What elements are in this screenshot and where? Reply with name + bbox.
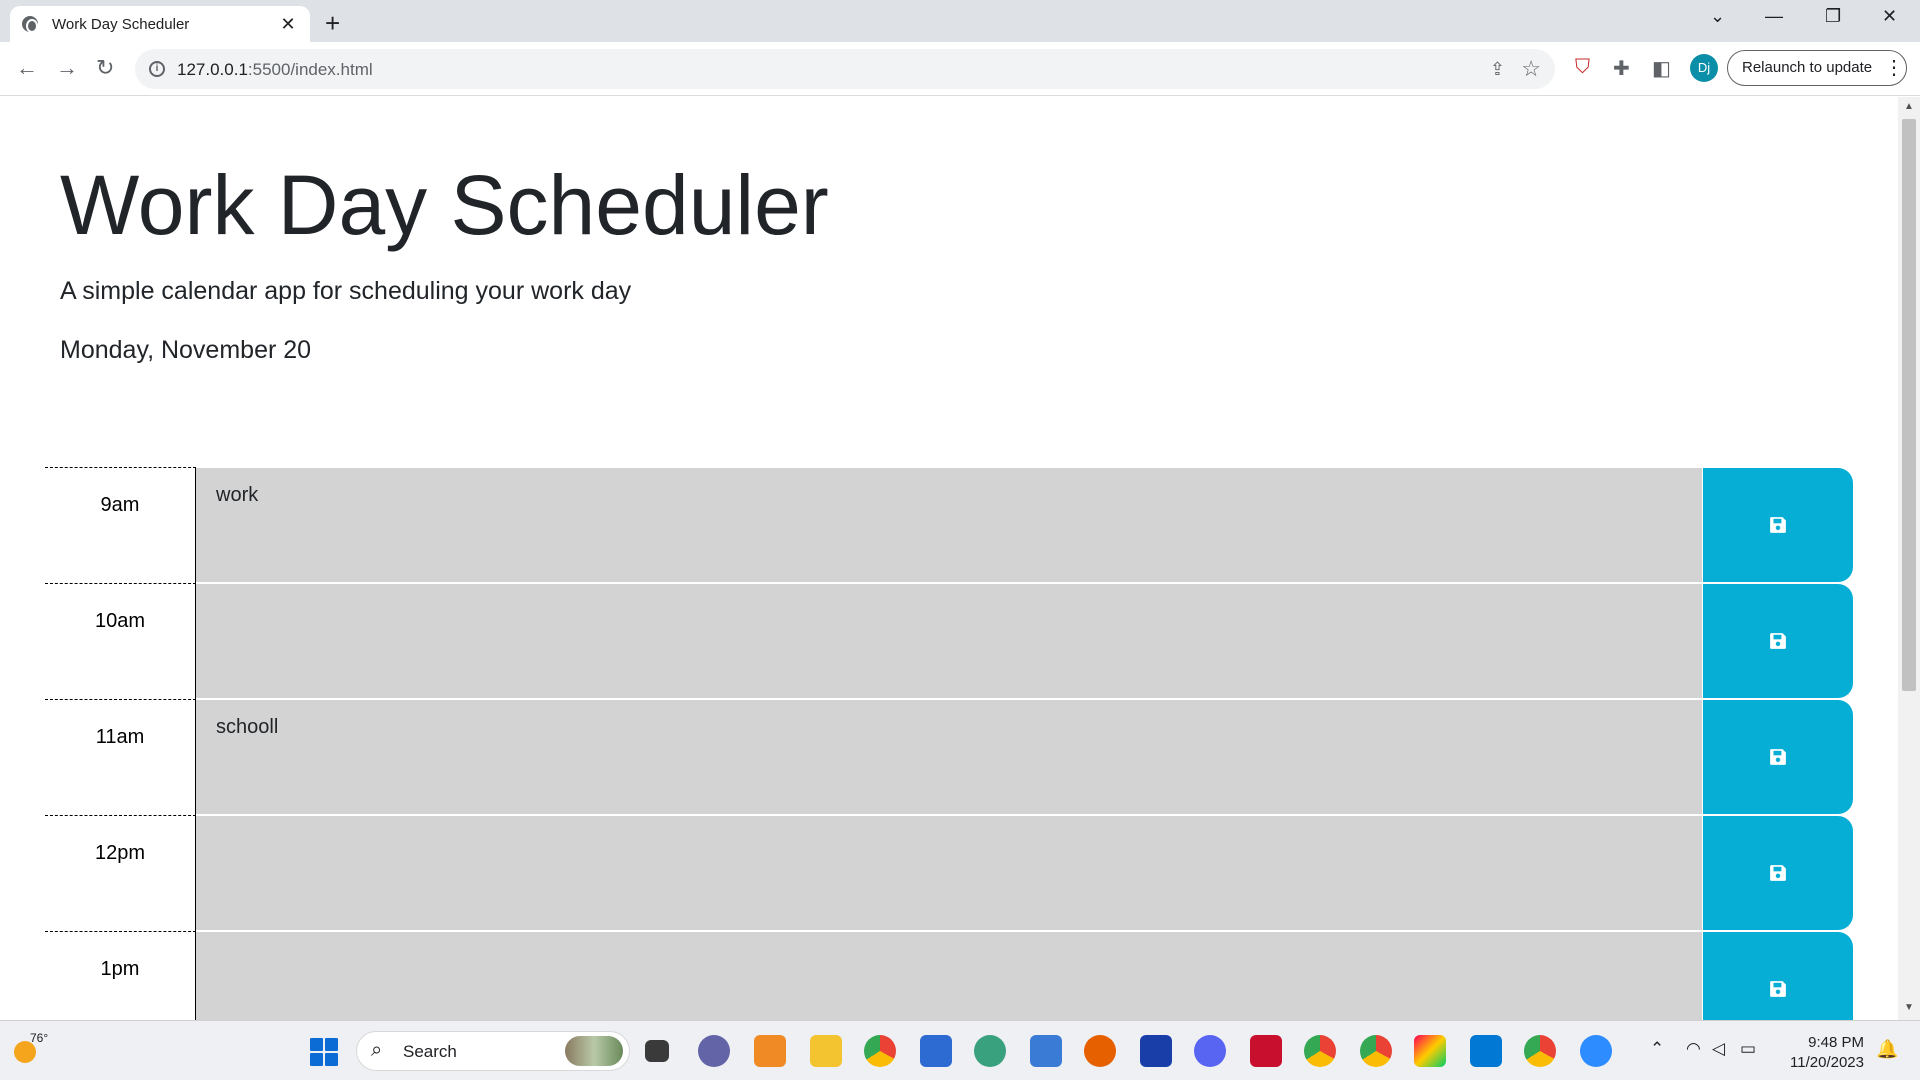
save-button[interactable] <box>1702 932 1853 1020</box>
hour-label: 9am <box>45 467 196 583</box>
python-icon[interactable] <box>1030 1035 1062 1067</box>
share-icon[interactable]: ⇪ <box>1490 59 1505 80</box>
url-host: 127.0.0.1 <box>177 60 248 79</box>
event-description-input[interactable] <box>196 583 1702 699</box>
save-button[interactable] <box>1702 700 1853 814</box>
browser-tab-bar: Work Day Scheduler ✕ + ⌄ — ❐ ✕ <box>0 0 1920 42</box>
task-view-icon[interactable] <box>645 1040 669 1062</box>
header: Work Day Scheduler A simple calendar app… <box>60 157 829 365</box>
zoom-icon[interactable] <box>1580 1035 1612 1067</box>
side-panel-icon[interactable]: ◧ <box>1652 56 1671 81</box>
notification-bell-icon[interactable]: 🔔 <box>1876 1039 1898 1060</box>
search-highlight-image <box>565 1036 623 1066</box>
relaunch-to-update-button[interactable]: Relaunch to update <box>1727 50 1907 86</box>
chrome-icon[interactable] <box>864 1035 896 1067</box>
file-explorer-icon[interactable] <box>810 1035 842 1067</box>
app-l-icon[interactable] <box>1140 1035 1172 1067</box>
clock-date: 11/20/2023 <box>1790 1054 1864 1071</box>
restore-icon[interactable]: ❐ <box>1825 6 1841 27</box>
event-description-input[interactable] <box>196 815 1702 931</box>
save-icon <box>1770 865 1786 881</box>
chrome-d-icon[interactable] <box>1524 1035 1556 1067</box>
chrome-secondary-icon[interactable] <box>1360 1035 1392 1067</box>
volume-icon[interactable]: ◁ <box>1712 1039 1725 1059</box>
search-icon: ⌕ <box>371 1039 383 1061</box>
extensions-puzzle-icon[interactable]: ✚ <box>1613 56 1630 81</box>
chrome-profile-icon[interactable] <box>1304 1035 1336 1067</box>
time-block: 12pm <box>45 815 1855 931</box>
weather-temp: 76° <box>30 1031 49 1045</box>
wifi-icon[interactable]: ◠ <box>1686 1039 1701 1059</box>
close-window-icon[interactable]: ✕ <box>1882 6 1897 27</box>
event-description-input[interactable]: schooll <box>196 699 1702 815</box>
url-text[interactable]: 127.0.0.1:5500/index.html <box>177 60 373 80</box>
url-path: :5500/index.html <box>247 60 373 79</box>
save-button[interactable] <box>1702 468 1853 582</box>
save-button[interactable] <box>1702 584 1853 698</box>
save-icon <box>1770 981 1786 997</box>
taskbar-search[interactable]: ⌕ Search <box>356 1031 630 1071</box>
site-info-icon[interactable]: i <box>149 61 165 77</box>
forward-icon[interactable]: → <box>56 55 78 81</box>
save-icon <box>1770 633 1786 649</box>
weather-widget[interactable]: 76° <box>12 1031 48 1063</box>
address-bar[interactable]: i 127.0.0.1:5500/index.html ⇪ ☆ <box>135 49 1555 89</box>
back-icon[interactable]: ← <box>16 55 38 81</box>
page-subtitle: A simple calendar app for scheduling you… <box>60 277 632 305</box>
scroll-up-arrow-icon[interactable]: ▲ <box>1904 101 1914 112</box>
discord-icon[interactable] <box>1194 1035 1226 1067</box>
event-description-input[interactable]: work <box>196 467 1702 583</box>
time-block: 1pm <box>45 931 1855 1020</box>
windows-taskbar: 76° ⌕ Search ⌃ ◠ ◁ ▭ 9:48 PM 11/20/2023 … <box>0 1020 1920 1080</box>
hour-label: 1pm <box>45 931 196 1020</box>
browser-toolbar: ← → ↻ i 127.0.0.1:5500/index.html ⇪ ☆ <box>0 42 1920 96</box>
minimize-icon[interactable]: — <box>1765 6 1783 27</box>
teams-chat-icon[interactable] <box>698 1035 730 1067</box>
current-day: Monday, November 20 <box>60 336 312 364</box>
menu-kebab-icon[interactable]: ⋮ <box>1884 55 1904 80</box>
bookmark-star-icon[interactable]: ☆ <box>1521 56 1541 82</box>
browser-tab[interactable]: Work Day Scheduler ✕ <box>10 6 310 42</box>
store-icon[interactable] <box>920 1035 952 1067</box>
hour-label: 11am <box>45 699 196 815</box>
save-icon <box>1770 517 1786 533</box>
scroll-down-arrow-icon[interactable]: ▼ <box>1904 1002 1914 1013</box>
search-label: Search <box>403 1042 457 1061</box>
time-block: 11am schooll <box>45 699 1855 815</box>
close-tab-icon[interactable]: ✕ <box>278 14 298 35</box>
battery-icon[interactable]: ▭ <box>1740 1039 1756 1059</box>
tab-title: Work Day Scheduler <box>52 15 190 33</box>
hour-label: 10am <box>45 583 196 699</box>
edge-profile-icon[interactable] <box>974 1035 1006 1067</box>
page-content: Work Day Scheduler A simple calendar app… <box>0 97 1898 1020</box>
vscode-icon[interactable] <box>1470 1035 1502 1067</box>
hour-label: 12pm <box>45 815 196 931</box>
start-windows-icon[interactable] <box>310 1038 338 1066</box>
system-clock[interactable]: 9:48 PM 11/20/2023 <box>1780 1033 1864 1073</box>
extension-shield-icon[interactable]: ⛉ <box>1575 56 1590 79</box>
app-diamond-icon[interactable] <box>1414 1035 1446 1067</box>
event-description-input[interactable] <box>196 931 1702 1020</box>
save-icon <box>1770 749 1786 765</box>
scrollbar-thumb[interactable] <box>1902 119 1916 691</box>
globe-icon <box>22 16 38 33</box>
page-scrollbar[interactable]: ▲ ▼ <box>1898 97 1920 1020</box>
chevron-up-icon[interactable]: ⌃ <box>1650 1039 1664 1059</box>
mcafee-icon[interactable] <box>1250 1035 1282 1067</box>
reload-icon[interactable]: ↻ <box>96 55 114 81</box>
new-tab-button[interactable]: + <box>325 8 340 39</box>
app-orange-icon[interactable] <box>754 1035 786 1067</box>
tab-search-icon[interactable]: ⌄ <box>1710 6 1725 27</box>
time-block-list: 9am work 10am 11am schooll 12pm 1pm <box>45 467 1855 1020</box>
time-block: 10am <box>45 583 1855 699</box>
profile-avatar[interactable]: Dj <box>1690 54 1718 82</box>
clock-time: 9:48 PM <box>1808 1034 1864 1051</box>
save-button[interactable] <box>1702 816 1853 930</box>
time-block: 9am work <box>45 467 1855 583</box>
page-title: Work Day Scheduler <box>60 158 829 252</box>
firefox-icon[interactable] <box>1084 1035 1116 1067</box>
